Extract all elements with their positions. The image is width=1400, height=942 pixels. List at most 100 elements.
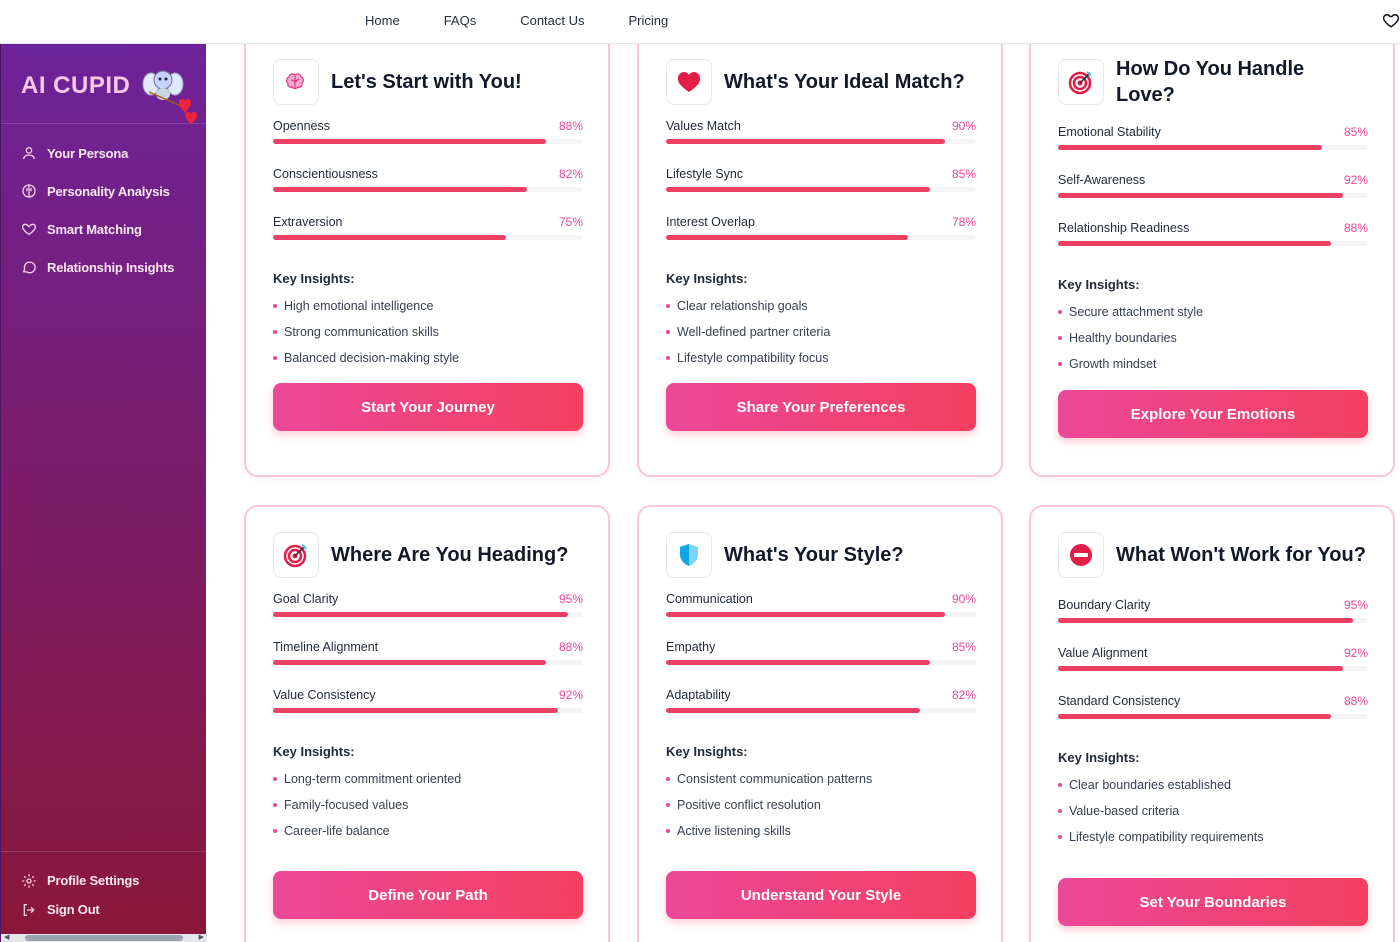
insights-heading: Key Insights:	[1058, 277, 1140, 292]
metric-label: Values Match	[666, 119, 741, 133]
metric-percent: 92%	[1343, 646, 1368, 660]
scroll-left-arrow-icon[interactable]: ◀	[4, 934, 9, 942]
metric-label: Communication	[666, 592, 753, 606]
card-icon-box	[1058, 59, 1104, 105]
metric-percent: 88%	[558, 119, 583, 133]
metric-label: Extraversion	[273, 215, 343, 229]
insight-item: Lifestyle compatibility focus	[666, 349, 976, 375]
card-wont-work: What Won't Work for You? Boundary Clarit…	[1029, 505, 1395, 942]
metric-percent: 90%	[951, 592, 976, 606]
scroll-right-arrow-icon[interactable]: ▶	[199, 934, 204, 942]
card-handle-love: How Do You Handle Love? Emotional Stabil…	[1029, 44, 1395, 477]
card-header: What Won't Work for You?	[1058, 532, 1368, 578]
metric-row: Goal Clarity 95%	[273, 592, 583, 640]
metric-row: Conscientiousness 82%	[273, 167, 583, 215]
metric-row: Timeline Alignment 88%	[273, 640, 583, 688]
metric-percent: 88%	[558, 640, 583, 654]
sidebar-horizontal-scrollbar[interactable]: ◀ ▶	[1, 934, 207, 942]
metric-progress-track	[273, 660, 583, 665]
sidebar-item-label: Profile Settings	[47, 873, 140, 888]
insight-item: Consistent communication patterns	[666, 770, 976, 796]
define-your-path-button[interactable]: Define Your Path	[273, 871, 583, 919]
insights-heading: Key Insights:	[273, 271, 355, 286]
metric-percent: 85%	[951, 167, 976, 181]
metric-label: Openness	[273, 119, 330, 133]
insight-item: Lifestyle compatibility requirements	[1058, 828, 1368, 854]
insight-item: Balanced decision-making style	[273, 349, 583, 375]
metric-row: Communication 90%	[666, 592, 976, 640]
nav-link-contact[interactable]: Contact Us	[498, 13, 606, 28]
metric-row: Adaptability 82%	[666, 688, 976, 736]
explore-your-emotions-button[interactable]: Explore Your Emotions	[1058, 390, 1368, 438]
set-your-boundaries-button[interactable]: Set Your Boundaries	[1058, 878, 1368, 926]
insights-heading: Key Insights:	[666, 271, 748, 286]
insight-item: Well-defined partner criteria	[666, 323, 976, 349]
metric-progress-fill	[666, 139, 945, 144]
metric-progress-track	[273, 187, 583, 192]
share-your-preferences-button[interactable]: Share Your Preferences	[666, 383, 976, 431]
sidebar-item-your-persona[interactable]: Your Persona	[1, 134, 206, 172]
metric-label: Empathy	[666, 640, 716, 654]
card-header: How Do You Handle Love?	[1058, 58, 1368, 106]
sidebar-item-sign-out[interactable]: Sign Out	[1, 895, 207, 924]
metric-progress-fill	[1058, 241, 1331, 246]
metric-progress-fill	[273, 660, 546, 665]
metric-progress-fill	[666, 612, 945, 617]
insight-item: Clear boundaries established	[1058, 776, 1368, 802]
metric-row: Empathy 85%	[666, 640, 976, 688]
insights-heading: Key Insights:	[666, 744, 748, 759]
metric-percent: 92%	[1343, 173, 1368, 187]
metric-label: Emotional Stability	[1058, 125, 1161, 139]
card-ideal-match: What's Your Ideal Match? Values Match 90…	[637, 44, 1003, 477]
card-header: Where Are You Heading?	[273, 532, 583, 578]
metric-progress-fill	[1058, 666, 1344, 671]
heart-icon	[677, 72, 701, 92]
metric-row: Self-Awareness 92%	[1058, 173, 1368, 221]
top-nav-links: Home FAQs Contact Us Pricing	[343, 0, 690, 40]
sidebar-item-profile-settings[interactable]: Profile Settings	[1, 866, 207, 895]
sidebar-item-label: Your Persona	[47, 145, 129, 161]
metric-progress-fill	[1058, 145, 1322, 150]
card-title: What Won't Work for You?	[1116, 544, 1366, 566]
insights-heading: Key Insights:	[1058, 750, 1140, 765]
sidebar-item-label: Sign Out	[47, 902, 100, 917]
scrollbar-thumb[interactable]	[25, 935, 183, 941]
card-where-heading: Where Are You Heading? Goal Clarity 95% …	[244, 505, 610, 942]
start-your-journey-button[interactable]: Start Your Journey	[273, 383, 583, 431]
nav-link-home[interactable]: Home	[343, 13, 422, 28]
metric-progress-track	[273, 235, 583, 240]
metric-percent: 85%	[1343, 125, 1368, 139]
metric-label: Relationship Readiness	[1058, 221, 1190, 235]
brain-icon	[286, 73, 304, 89]
metric-progress-track	[666, 708, 976, 713]
app-logo-text[interactable]: AI CUPID	[21, 72, 130, 100]
cupid-mascot-icon	[142, 70, 197, 124]
metric-row: Extraversion 75%	[273, 215, 583, 263]
insight-item: Career-life balance	[273, 822, 583, 848]
insight-item: Growth mindset	[1058, 355, 1368, 381]
nav-link-faqs[interactable]: FAQs	[422, 13, 499, 28]
metric-progress-track	[666, 660, 976, 665]
insight-item: High emotional intelligence	[273, 297, 583, 323]
sidebar-item-relationship-insights[interactable]: Relationship Insights	[1, 248, 206, 286]
metric-label: Standard Consistency	[1058, 694, 1181, 708]
metric-row: Standard Consistency 88%	[1058, 694, 1368, 742]
target-icon	[1068, 71, 1092, 95]
sidebar-item-smart-matching[interactable]: Smart Matching	[1, 210, 206, 248]
insight-item: Strong communication skills	[273, 323, 583, 349]
understand-your-style-button[interactable]: Understand Your Style	[666, 871, 976, 919]
metric-progress-track	[273, 139, 583, 144]
metric-row: Value Alignment 92%	[1058, 646, 1368, 694]
metric-label: Self-Awareness	[1058, 173, 1146, 187]
sidebar-item-personality-analysis[interactable]: Personality Analysis	[1, 172, 206, 210]
metric-progress-fill	[666, 708, 921, 713]
nav-link-pricing[interactable]: Pricing	[607, 13, 691, 28]
favorites-heart-icon[interactable]	[1382, 11, 1400, 29]
insight-item: Healthy boundaries	[1058, 329, 1368, 355]
signout-icon	[23, 903, 35, 916]
metric-percent: 85%	[951, 640, 976, 654]
metric-progress-track	[1058, 618, 1368, 623]
no-entry-icon	[1070, 544, 1092, 566]
insight-item: Active listening skills	[666, 822, 976, 848]
metric-row: Interest Overlap 78%	[666, 215, 976, 263]
